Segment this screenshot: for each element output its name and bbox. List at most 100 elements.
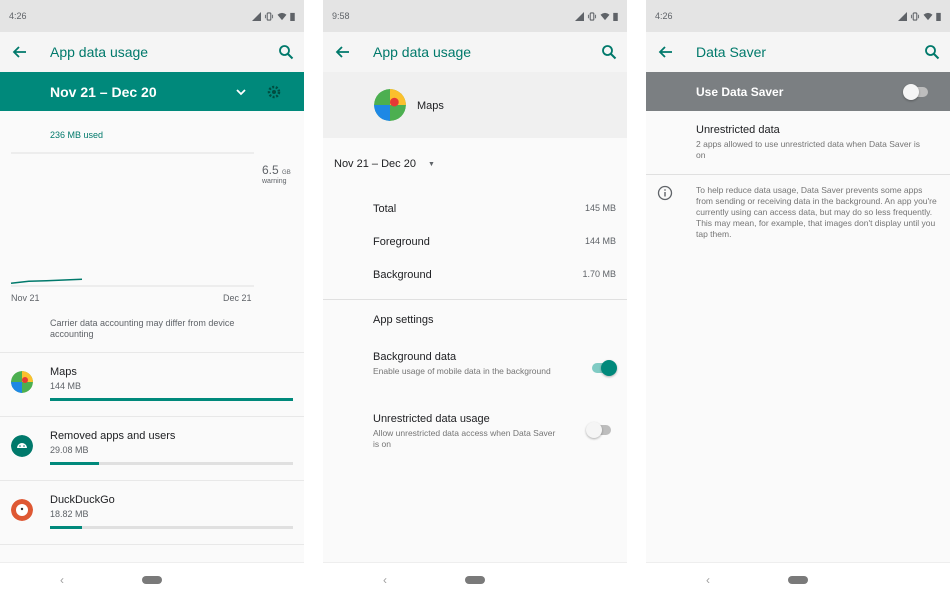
usage-chart-svg [10,152,254,287]
usage-bar [50,462,293,465]
signal-icon [252,11,261,21]
app-size: 144 MB [50,381,82,391]
billing-cycle-bar[interactable]: Nov 21 – Dec 20 [0,72,304,111]
data-saver-toggle[interactable] [903,83,928,100]
wifi-icon [923,12,933,20]
search-icon[interactable] [278,44,294,60]
toggle-knob [586,422,602,438]
chevron-down-icon[interactable] [234,85,248,99]
back-arrow-icon[interactable] [658,44,674,60]
stat-value: 144 MB [584,236,616,246]
android-icon [11,435,33,457]
phone-data-saver: 4:26 Data Saver Use Data Saver Unrestric… [646,0,950,598]
gear-icon[interactable] [266,84,282,100]
vibrate-icon [264,11,274,21]
phone-maps-data-usage: 9:58 App data usage Maps Nov 21 – Dec 20… [323,0,627,598]
app-row-maps[interactable]: Maps 144 MB [0,352,304,416]
cycle-range: Nov 21 – Dec 20 [334,158,416,170]
unrestricted-title: Unrestricted data [696,124,780,136]
stat-label: Total [373,203,397,215]
caret-down-icon: ▼ [427,160,435,168]
status-bar: 9:58 [323,0,627,32]
app-size: 29.08 MB [50,445,89,455]
app-header: Maps [323,72,627,138]
warning-number: 6.5 [262,163,279,177]
setting-subtitle: Enable usage of mobile data in the backg… [373,366,551,376]
nav-back-button[interactable]: ‹ [706,573,710,587]
background-data-toggle[interactable] [592,360,617,376]
status-time: 9:58 [332,11,350,21]
status-icons [252,11,295,21]
unrestricted-subtitle: 2 apps allowed to use unrestricted data … [696,139,920,160]
toggle-knob [903,83,919,100]
navigation-bar: ‹ [646,562,950,598]
app-row-partial [0,544,304,564]
status-icons [898,11,941,21]
data-saver-info-text: To help reduce data usage, Data Saver pr… [696,185,937,239]
stat-label: Foreground [373,236,430,248]
battery-icon [290,12,295,21]
nav-back-button[interactable]: ‹ [60,573,64,587]
battery-icon [936,12,941,21]
app-bar: App data usage [323,32,627,72]
navigation-bar: ‹ [0,562,304,598]
usage-chart: 6.5 GB warning Nov 21 Dec 21 [0,145,304,315]
nav-home-button[interactable] [465,576,485,584]
stat-background: Background 1.70 MB [373,269,616,281]
google-maps-icon [374,89,406,121]
stat-foreground: Foreground 144 MB [373,236,616,248]
divider [646,174,950,175]
toggle-knob [601,360,617,376]
setting-title: Unrestricted data usage [373,413,490,425]
app-bar: App data usage [0,32,304,72]
app-size: 18.82 MB [50,509,89,519]
back-arrow-icon[interactable] [12,44,28,60]
background-data-setting[interactable]: Background data Enable usage of mobile d… [373,351,563,377]
carrier-note: Carrier data accounting may differ from … [50,318,235,339]
use-data-saver-switch-bar[interactable]: Use Data Saver [646,72,950,111]
stat-value: 1.70 MB [582,269,616,279]
app-row-removed-apps[interactable]: Removed apps and users 29.08 MB [0,416,304,480]
battery-icon [613,12,618,21]
warning-unit: GB [282,170,291,176]
unrestricted-data-item[interactable]: Unrestricted data 2 apps allowed to use … [696,124,930,161]
usage-bar [50,398,293,401]
cycle-dropdown[interactable]: Nov 21 – Dec 20 ▼ [334,158,435,170]
data-used-label: 236 MB used [50,130,104,140]
warning-value: 6.5 GB [262,163,291,177]
unrestricted-data-setting[interactable]: Unrestricted data usage Allow unrestrict… [373,413,563,450]
search-icon[interactable] [601,44,617,60]
app-name: Maps [417,100,444,112]
usage-bar-fill [50,462,99,465]
usage-line [10,278,83,285]
signal-icon [898,11,907,21]
navigation-bar: ‹ [323,562,627,598]
x-axis-end: Dec 21 [223,293,252,303]
usage-bar [50,526,293,529]
usage-bar-fill [50,526,82,529]
search-icon[interactable] [924,44,940,60]
status-bar: 4:26 [0,0,304,32]
info-icon [657,185,673,201]
setting-title: Background data [373,351,457,363]
status-icons [575,11,618,21]
back-arrow-icon[interactable] [335,44,351,60]
wifi-icon [277,12,287,20]
duckduckgo-icon [11,499,33,521]
usage-bar-fill [50,398,293,401]
cycle-range: Nov 21 – Dec 20 [50,83,157,100]
status-time: 4:26 [9,11,27,21]
app-settings-label: App settings [373,314,434,326]
vibrate-icon [587,11,597,21]
google-maps-icon [11,371,33,393]
nav-home-button[interactable] [142,576,162,584]
page-title: App data usage [373,44,472,60]
app-settings-link[interactable]: App settings [373,314,563,326]
stat-total: Total 145 MB [373,203,616,215]
unrestricted-data-toggle[interactable] [586,422,611,438]
page-title: App data usage [50,44,149,60]
signal-icon [575,11,584,21]
nav-back-button[interactable]: ‹ [383,573,387,587]
app-row-duckduckgo[interactable]: DuckDuckGo 18.82 MB [0,480,304,544]
nav-home-button[interactable] [788,576,808,584]
